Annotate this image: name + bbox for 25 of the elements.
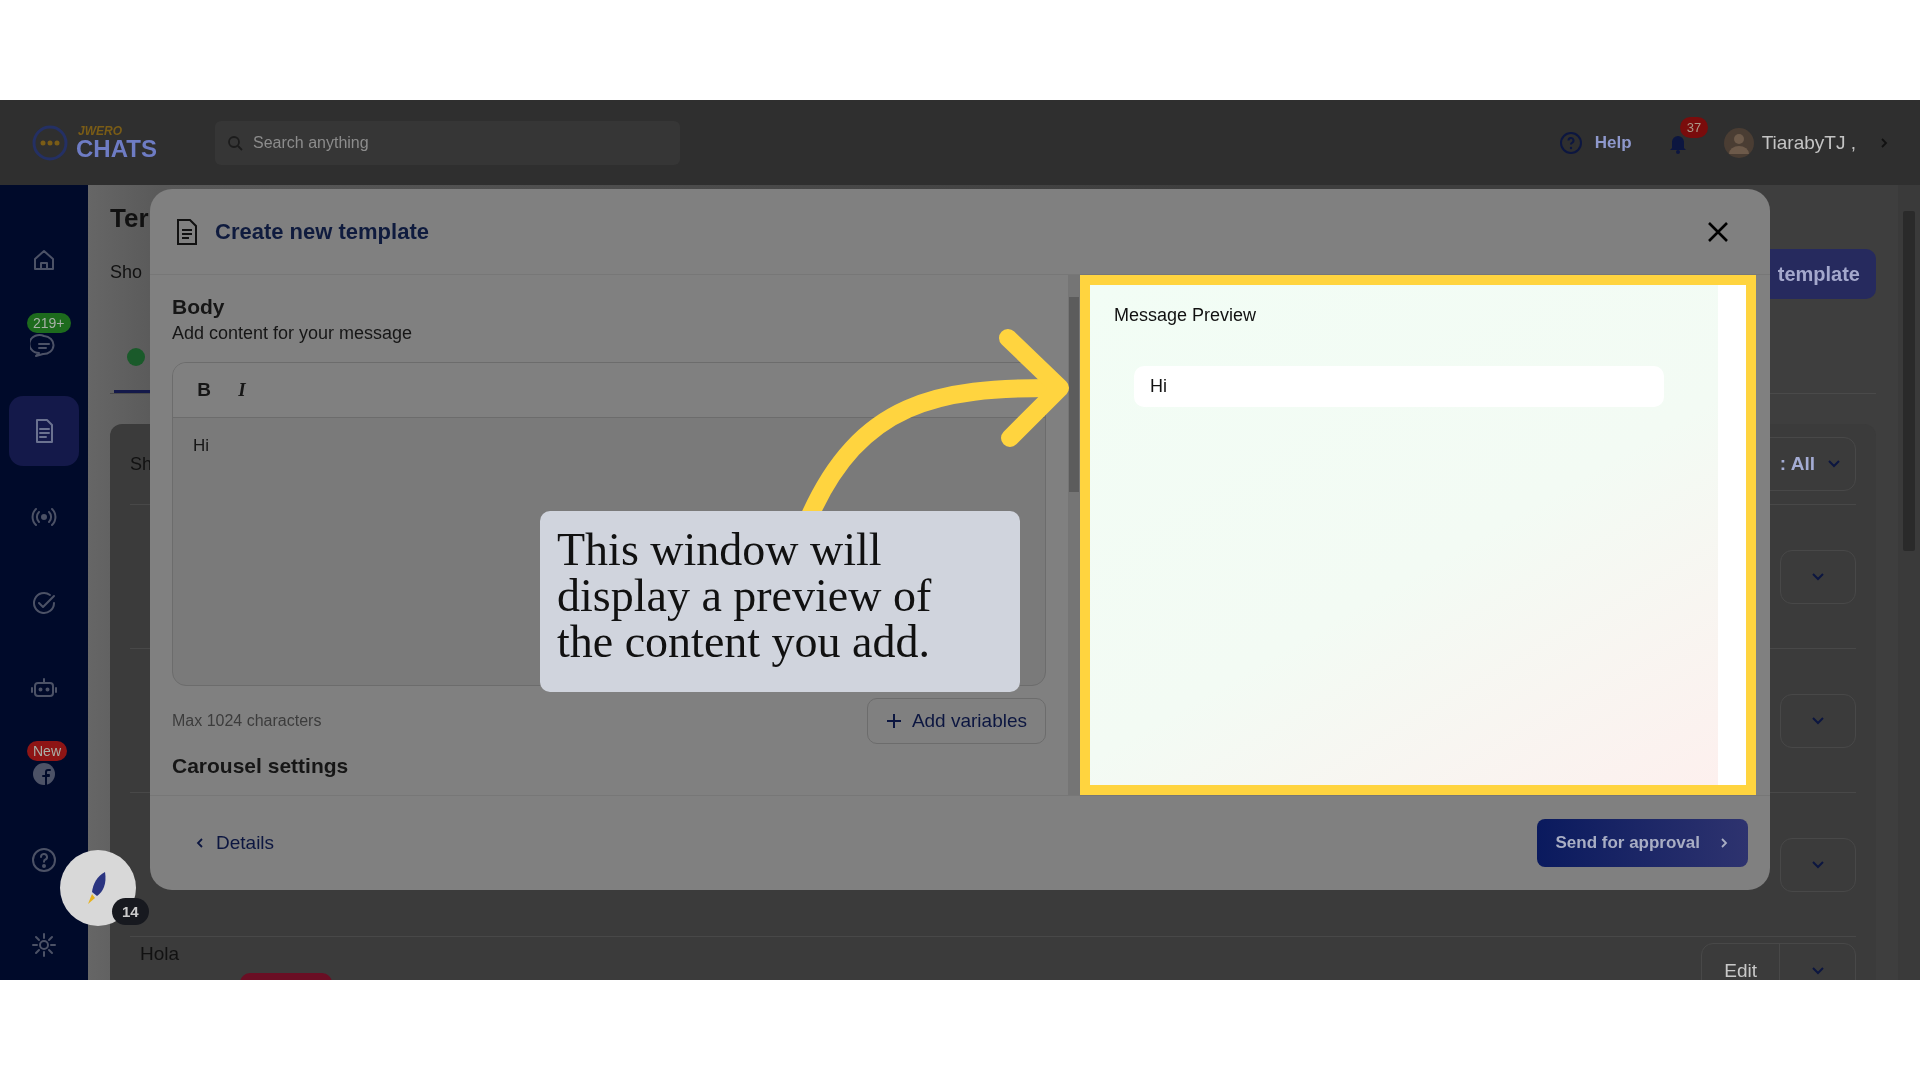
user-menu[interactable]: TiarabyTJ , xyxy=(1723,127,1890,158)
message-bubble: Hi xyxy=(1134,366,1664,407)
search-field[interactable]: Search anything xyxy=(215,120,680,165)
preview-title: Message Preview xyxy=(1114,305,1258,326)
bold-button[interactable]: B xyxy=(189,378,219,402)
section-heading: Body xyxy=(172,295,226,319)
body-text: Hi xyxy=(192,435,211,457)
section-hint: Add content for your message xyxy=(172,323,414,344)
character-limit: Max 1024 characters xyxy=(172,712,322,730)
logo-subtitle: JWERO xyxy=(78,124,123,137)
back-button[interactable]: Details xyxy=(188,831,281,855)
page-title: Ter xyxy=(110,203,149,234)
edit-button[interactable]: Edit xyxy=(1702,944,1779,980)
section-heading: Carousel settings xyxy=(172,754,350,778)
dialog-title: Create new template xyxy=(215,218,429,245)
italic-button[interactable]: I xyxy=(227,378,257,402)
help-link[interactable]: Help xyxy=(1558,130,1632,155)
sidebar-badge: 219+ xyxy=(27,312,71,333)
add-variables-button[interactable]: Add variables xyxy=(866,698,1046,744)
callout: This window will display a preview of the content you add. xyxy=(540,511,1020,692)
logo-title: CHATS xyxy=(76,136,157,161)
sidebar-badge: New xyxy=(27,741,67,762)
send-for-approval-button[interactable]: Send for approval xyxy=(1537,819,1748,867)
notification-count: 37 xyxy=(1679,116,1709,138)
page-subtitle: Sho xyxy=(110,262,144,283)
